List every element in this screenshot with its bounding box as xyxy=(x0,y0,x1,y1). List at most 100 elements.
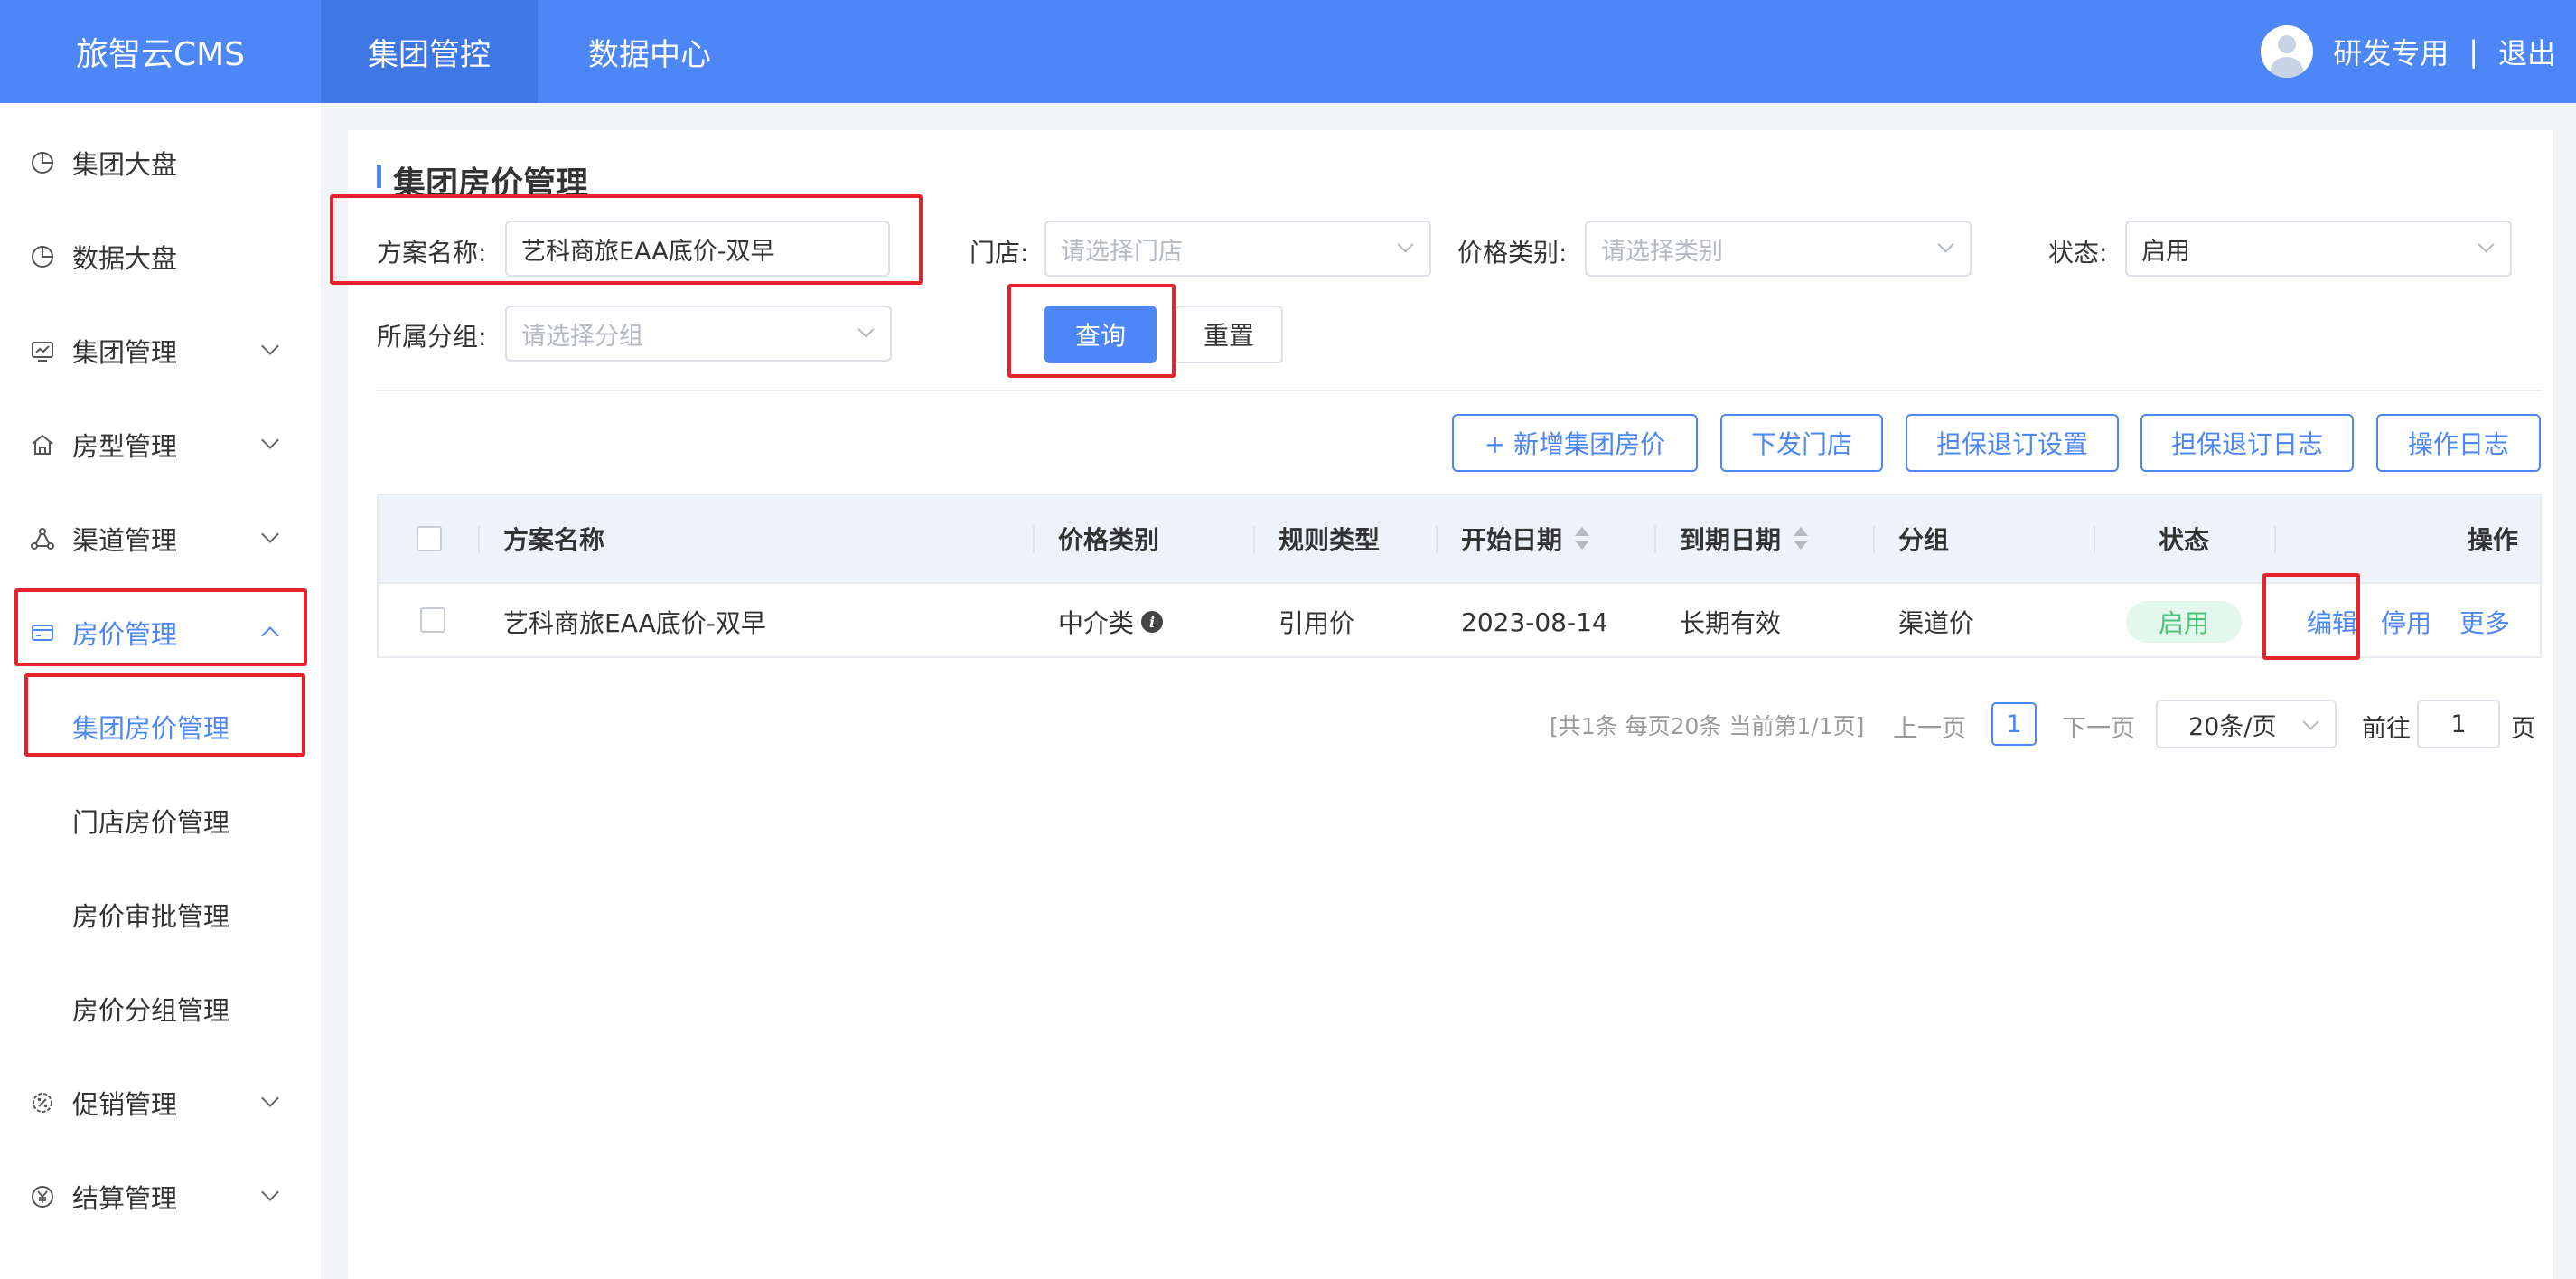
chevron-down-icon xyxy=(1397,236,1414,253)
column-header-end-date[interactable]: 到期日期 xyxy=(1680,495,1809,582)
chevron-down-icon xyxy=(261,525,279,543)
add-group-price-button[interactable]: + 新增集团房价 xyxy=(1452,414,1698,472)
sidebar-item-settlement[interactable]: 结算管理 xyxy=(0,1150,321,1244)
badge-icon xyxy=(29,1089,56,1116)
table-header: 方案名称 价格类别 规则类型 开始日期 到期日期 分组 状态 操作 xyxy=(379,495,2540,582)
sidebar-item-room-price[interactable]: 房价管理 xyxy=(0,586,321,680)
sidebar-item-room-type[interactable]: 房型管理 xyxy=(0,398,321,492)
operation-log-button[interactable]: 操作日志 xyxy=(2376,414,2541,472)
sidebar-sub-price-group[interactable]: 房价分组管理 xyxy=(0,962,321,1056)
divider xyxy=(377,390,2542,391)
sidebar-item-label: 房型管理 xyxy=(72,431,178,462)
table-row: 艺科商旅EAA底价-双早 中介类 i 引用价 2023-08-14 长期有效 渠… xyxy=(379,582,2540,658)
info-icon[interactable]: i xyxy=(1141,611,1164,633)
sidebar-item-label: 集团大盘 xyxy=(72,149,178,180)
store-placeholder: 请选择门店 xyxy=(1061,237,1183,266)
sort-icon[interactable] xyxy=(1794,527,1809,550)
top-nav-data-center[interactable]: 数据中心 xyxy=(538,0,762,103)
sidebar-item-data-dashboard[interactable]: 数据大盘 xyxy=(0,210,321,304)
page-size-select[interactable]: 20条/页 xyxy=(2156,700,2337,748)
pie-chart-icon xyxy=(29,149,56,176)
store-label: 门店: xyxy=(970,238,1029,268)
edit-link[interactable]: 编辑 xyxy=(2307,604,2357,640)
more-link[interactable]: 更多 xyxy=(2459,604,2510,640)
sidebar-sub-label: 门店房价管理 xyxy=(72,807,230,838)
reset-button[interactable]: 重置 xyxy=(1175,306,1283,363)
plan-name-value: 艺科商旅EAA底价-双早 xyxy=(521,237,775,266)
top-nav-group-control[interactable]: 集团管控 xyxy=(321,0,538,103)
next-page-button[interactable]: 下一页 xyxy=(2062,709,2135,744)
select-all-checkbox[interactable] xyxy=(417,526,442,551)
sort-icon[interactable] xyxy=(1575,527,1590,550)
row-checkbox[interactable] xyxy=(420,607,445,633)
status-label: 状态: xyxy=(2048,238,2108,268)
goto-page-input[interactable]: 1 xyxy=(2417,700,2500,748)
price-type-select[interactable]: 请选择类别 xyxy=(1585,221,1972,277)
monitor-chart-icon xyxy=(29,337,56,364)
sidebar-sub-store-price[interactable]: 门店房价管理 xyxy=(0,774,321,868)
query-button[interactable]: 查询 xyxy=(1044,306,1157,363)
sidebar-sub-label: 房价审批管理 xyxy=(72,901,230,932)
plan-name-input[interactable]: 艺科商旅EAA底价-双早 xyxy=(505,221,890,277)
column-separator xyxy=(2274,526,2276,553)
group-select[interactable]: 请选择分组 xyxy=(505,306,892,362)
store-select[interactable]: 请选择门店 xyxy=(1044,221,1431,277)
column-separator xyxy=(1253,526,1255,553)
chevron-down-icon xyxy=(2302,713,2319,730)
sidebar-item-channel[interactable]: 渠道管理 xyxy=(0,492,321,586)
disable-link[interactable]: 停用 xyxy=(2381,604,2431,640)
chevron-down-icon xyxy=(857,321,875,338)
page-number-1[interactable]: 1 xyxy=(1991,702,2037,746)
chevron-down-icon xyxy=(2478,236,2495,253)
column-header-actions: 操作 xyxy=(2468,525,2519,555)
page-title: 集团房价管理 xyxy=(377,157,588,204)
column-header-start-date[interactable]: 开始日期 xyxy=(1461,495,1590,582)
sidebar-sub-price-approval[interactable]: 房价审批管理 xyxy=(0,868,321,962)
column-header-group: 分组 xyxy=(1898,525,1950,555)
group-label: 所属分组: xyxy=(377,322,487,352)
sidebar: 集团大盘 数据大盘 集团管理 房型管理 渠道管理 房价管理 集团房价管理 门店房… xyxy=(0,103,321,1279)
page-size-value: 20条/页 xyxy=(2188,712,2277,741)
chevron-down-icon xyxy=(261,1089,279,1107)
sidebar-item-promotion[interactable]: 促销管理 xyxy=(0,1056,321,1150)
cell-end-date: 长期有效 xyxy=(1680,608,1782,638)
logout-link[interactable]: 退出 xyxy=(2498,31,2556,72)
cell-price-type-label: 中介类 xyxy=(1058,608,1135,638)
sidebar-sub-label: 集团房价管理 xyxy=(72,713,230,744)
column-separator xyxy=(1873,526,1875,553)
status-value: 启用 xyxy=(2141,237,2190,266)
dispatch-store-button[interactable]: 下发门店 xyxy=(1720,414,1883,472)
pie-chart-icon xyxy=(29,243,56,270)
column-header-status: 状态 xyxy=(2159,525,2210,555)
sidebar-item-label: 集团管理 xyxy=(72,337,178,368)
app-logo: 旅智云CMS xyxy=(75,36,246,73)
user-separator: | xyxy=(2468,34,2478,69)
sidebar-item-label: 渠道管理 xyxy=(72,525,178,556)
cell-start-date: 2023-08-14 xyxy=(1461,607,1608,637)
chevron-down-icon xyxy=(1937,236,1954,253)
card-icon xyxy=(29,619,56,646)
prev-page-button[interactable]: 上一页 xyxy=(1893,709,1966,744)
guarantee-log-button[interactable]: 担保退订日志 xyxy=(2140,414,2354,472)
guarantee-settings-button[interactable]: 担保退订设置 xyxy=(1906,414,2119,472)
column-separator xyxy=(2094,526,2095,553)
cell-group: 渠道价 xyxy=(1898,608,1975,638)
price-table: 方案名称 价格类别 规则类型 开始日期 到期日期 分组 状态 操作 艺科商旅EA… xyxy=(377,494,2542,658)
sidebar-sub-group-price[interactable]: 集团房价管理 xyxy=(0,680,321,774)
yen-icon xyxy=(29,1183,56,1210)
avatar[interactable] xyxy=(2261,25,2314,78)
goto-suffix: 页 xyxy=(2511,715,2535,743)
top-nav: 集团管控 数据中心 xyxy=(321,0,762,103)
status-badge: 启用 xyxy=(2126,601,2242,643)
sidebar-item-label: 结算管理 xyxy=(72,1183,178,1214)
column-separator xyxy=(1436,526,1438,553)
column-separator xyxy=(478,526,480,553)
chevron-down-icon xyxy=(261,1183,279,1201)
price-type-placeholder: 请选择类别 xyxy=(1601,237,1723,266)
cell-price-type: 中介类 i xyxy=(1058,584,1164,660)
user-name[interactable]: 研发专用 xyxy=(2333,31,2449,72)
sidebar-item-group-dashboard[interactable]: 集团大盘 xyxy=(0,116,321,210)
column-separator xyxy=(1033,526,1035,553)
sidebar-item-group-management[interactable]: 集团管理 xyxy=(0,304,321,398)
status-select[interactable]: 启用 xyxy=(2125,221,2512,277)
